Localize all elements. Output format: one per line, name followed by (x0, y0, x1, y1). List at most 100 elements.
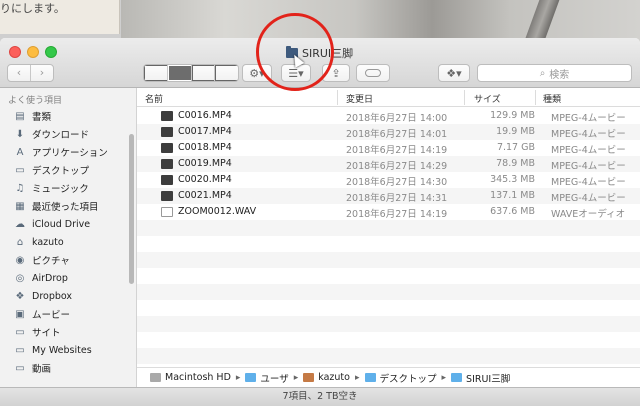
file-kind: MPEG-4ムービー (551, 113, 626, 124)
sidebar-item-label: iCloud Drive (32, 218, 91, 230)
file-date: 2018年6月27日 14:00 (346, 113, 448, 124)
sidebar-item-label: My Websites (32, 344, 92, 356)
close-button[interactable] (9, 46, 21, 58)
sidebar-item[interactable]: ▣ ムービー (14, 305, 70, 323)
sidebar-item-label: 動画 (32, 364, 52, 375)
sidebar-item[interactable]: ❖ Dropbox (14, 287, 73, 305)
sidebar-item-label: サイト (32, 328, 61, 339)
file-row[interactable]: C0020.MP4 2018年6月27日 14:30 345.3 MB MPEG-4ム… (137, 172, 640, 188)
sidebar-item-label: 最近使った項目 (32, 202, 99, 213)
video-file-icon (161, 127, 173, 137)
sidebar-item[interactable]: ▭ サイト (14, 323, 61, 341)
dropbox-icon: ❖ (15, 290, 25, 302)
cloud-icon: ☁ (15, 218, 25, 230)
path-label: ユーザ (260, 373, 289, 385)
sidebar-item[interactable]: ◉ ピクチャ (14, 251, 70, 269)
dropbox-button[interactable]: ❖▾ (438, 64, 470, 82)
sidebar-scrollbar[interactable] (129, 134, 134, 284)
file-kind: WAVEオーディオ (551, 209, 626, 220)
column-size[interactable]: サイズ (474, 92, 501, 105)
file-row[interactable]: C0018.MP4 2018年6月27日 14:19 7.17 GB MPEG-4ムー… (137, 140, 640, 156)
path-label: kazuto (318, 372, 350, 383)
file-row[interactable]: C0021.MP4 2018年6月27日 14:31 137.1 MB MPEG-4ム… (137, 188, 640, 204)
movie-icon: ▣ (15, 308, 25, 320)
file-size: 19.9 MB (496, 126, 535, 137)
coverflow-view-button[interactable] (215, 65, 238, 81)
folder-icon: ▭ (15, 326, 25, 338)
sidebar-item-label: kazuto (32, 236, 64, 248)
file-size: 137.1 MB (490, 190, 535, 201)
document-icon: ▤ (15, 110, 25, 122)
home-icon: ⌂ (16, 236, 24, 248)
minimize-button[interactable] (27, 46, 39, 58)
file-row[interactable]: C0019.MP4 2018年6月27日 14:29 78.9 MB MPEG-4ムー… (137, 156, 640, 172)
sidebar-item[interactable]: ☁ iCloud Drive (14, 215, 90, 233)
applications-icon: A (16, 146, 24, 158)
path-segment[interactable]: ユーザ (245, 371, 289, 385)
sidebar-item[interactable]: ⌂ kazuto (14, 233, 64, 251)
path-chevron-icon: ▸ (293, 372, 299, 383)
sidebar-item[interactable]: ▦ 最近使った項目 (14, 197, 99, 215)
file-name: C0021.MP4 (178, 190, 232, 201)
zoom-button[interactable] (45, 46, 57, 58)
dropbox-icon: ❖▾ (446, 66, 462, 80)
audio-file-icon (161, 207, 173, 217)
forward-button[interactable]: › (31, 65, 53, 81)
path-label: SIRUI三脚 (466, 373, 511, 385)
path-segment[interactable]: kazuto (303, 372, 350, 383)
path-segment[interactable]: SIRUI三脚 (451, 371, 510, 385)
sidebar-item[interactable]: ▭ デスクトップ (14, 161, 89, 179)
sidebar-item[interactable]: ♫ ミュージック (14, 179, 89, 197)
video-file-icon (161, 111, 173, 121)
file-date: 2018年6月27日 14:31 (346, 193, 448, 204)
file-row[interactable]: C0016.MP4 2018年6月27日 14:00 129.9 MB MPEG-4ム… (137, 108, 640, 124)
camera-icon: ◉ (15, 254, 25, 266)
column-kind[interactable]: 種類 (543, 92, 561, 105)
tag-icon (365, 69, 381, 77)
folder-icon (451, 373, 463, 382)
file-date: 2018年6月27日 14:29 (346, 161, 448, 172)
file-date: 2018年6月27日 14:30 (346, 177, 448, 188)
file-size: 345.3 MB (490, 174, 535, 185)
search-field[interactable]: ⌕ 検索 (477, 64, 632, 82)
file-kind: MPEG-4ムービー (551, 193, 626, 204)
column-date[interactable]: 変更日 (346, 92, 373, 105)
sidebar-item[interactable]: ⬇ ダウンロード (14, 125, 89, 143)
file-list: 名前 変更日 サイズ 種類 C0016.MP4 2018年6月27日 14:00 1… (137, 88, 640, 396)
empty-row (137, 348, 640, 364)
sidebar-item[interactable]: A アプリケーション (14, 143, 108, 161)
column-view-button[interactable] (191, 65, 216, 81)
column-name[interactable]: 名前 (145, 92, 163, 105)
file-row[interactable]: C0017.MP4 2018年6月27日 14:01 19.9 MB MPEG-4ムー… (137, 124, 640, 140)
video-file-icon (161, 191, 173, 201)
tag-button[interactable] (356, 64, 390, 82)
path-segment[interactable]: デスクトップ (364, 371, 437, 385)
sidebar-item-label: Dropbox (32, 290, 73, 302)
path-segment[interactable]: Macintosh HD (150, 372, 231, 383)
list-view-button[interactable] (167, 65, 192, 81)
sidebar-item[interactable]: ◎ AirDrop (14, 269, 68, 287)
empty-row (137, 252, 640, 268)
file-size: 129.9 MB (490, 110, 535, 121)
icon-view-button[interactable] (144, 65, 168, 81)
status-bar: 7項目、2 TB空き (0, 387, 640, 406)
sidebar-item-label: デスクトップ (32, 166, 90, 177)
empty-row (137, 332, 640, 348)
list-icon (167, 65, 191, 81)
list-header: 名前 変更日 サイズ 種類 (137, 88, 640, 107)
download-icon: ⬇ (15, 128, 25, 140)
finder-window: SIRUI三脚 ‹ › ⚙▾ ☰▾ ⇪ ❖▾ ⌕ 検索 よく使う項目 ▤ 書類 ⬇ ダ… (0, 38, 640, 406)
file-kind: MPEG-4ムービー (551, 145, 626, 156)
video-file-icon (161, 159, 173, 169)
sidebar-item[interactable]: ▤ 書類 (14, 107, 51, 125)
file-row[interactable]: ZOOM0012.WAV 2018年6月27日 14:19 637.6 MB WAVE… (137, 204, 640, 220)
file-name: C0018.MP4 (178, 142, 232, 153)
back-button[interactable]: ‹ (8, 65, 31, 81)
sidebar-item[interactable]: ▭ 動画 (14, 359, 51, 377)
sidebar-item[interactable]: ▭ My Websites (14, 341, 92, 359)
empty-row (137, 300, 640, 316)
columns-icon (191, 65, 215, 81)
share-icon: ⇪ (331, 66, 341, 80)
background-document: りにします。 (0, 0, 120, 34)
recents-icon: ▦ (15, 200, 25, 212)
